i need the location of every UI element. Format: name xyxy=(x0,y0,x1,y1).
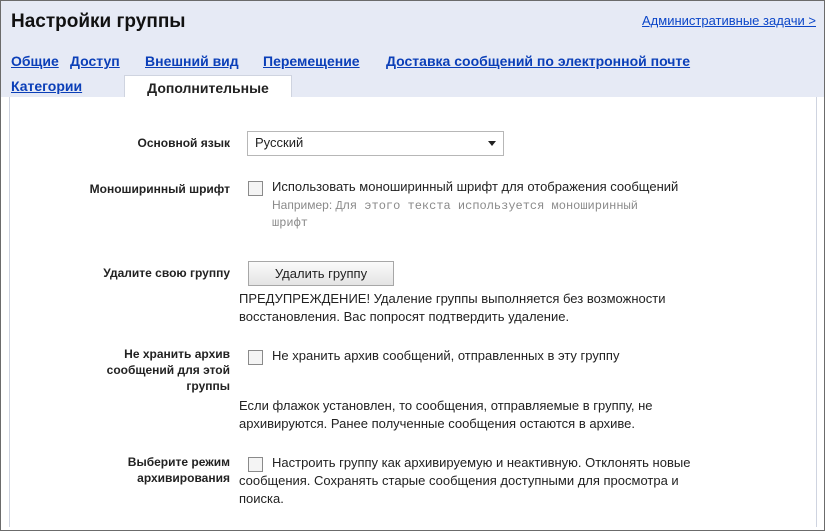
delete-warning-line-2: восстановления. Вас попросят подтвердить… xyxy=(239,309,570,324)
archive-mode-checkbox[interactable] xyxy=(248,457,263,472)
delete-group-button[interactable]: Удалить группу xyxy=(248,261,394,286)
tab-appearance[interactable]: Внешний вид xyxy=(145,53,239,69)
settings-content: Основной язык Русский Моноширинный шрифт… xyxy=(1,97,824,530)
archive-mode-label-line-1: Выберите режим xyxy=(127,455,230,469)
page-title: Настройки группы xyxy=(11,11,186,32)
no-archive-checkbox-label: Не хранить архив сообщений, отправленных… xyxy=(272,348,620,363)
settings-window: Настройки группы Административные задачи… xyxy=(0,0,825,531)
delete-group-label: Удалите свою группу xyxy=(103,266,230,280)
language-select[interactable]: Русский xyxy=(247,131,504,156)
tab-categories[interactable]: Категории xyxy=(11,78,82,94)
language-label: Основной язык xyxy=(137,136,230,150)
language-selected-value: Русский xyxy=(255,135,304,150)
monospace-example: Например: Для этого текста используется … xyxy=(272,197,638,215)
archive-mode-label-line-2: архивирования xyxy=(137,471,230,485)
monospace-label: Моноширинный шрифт xyxy=(89,182,230,196)
header-bar: Настройки группы Административные задачи… xyxy=(1,1,824,98)
monospace-example-text: Для этого текста используется моноширинн… xyxy=(335,199,638,213)
no-archive-label-line-2: сообщений для этой xyxy=(106,363,230,377)
no-archive-label-line-1: Не хранить архив xyxy=(124,347,230,361)
no-archive-note-line-1: Если флажок установлен, то сообщения, от… xyxy=(239,398,653,413)
tab-advanced[interactable]: Дополнительные xyxy=(124,75,292,98)
admin-tasks-link[interactable]: Административные задачи > xyxy=(642,13,816,28)
monospace-example-text-2: шрифт xyxy=(272,216,309,230)
tab-email-delivery[interactable]: Доставка сообщений по электронной почте xyxy=(386,53,690,69)
archive-mode-checkbox-label: Настроить группу как архивируемую и неак… xyxy=(272,455,691,470)
no-archive-checkbox[interactable] xyxy=(248,350,263,365)
monospace-checkbox[interactable] xyxy=(248,181,263,196)
archive-mode-line-2: сообщения. Сохранять старые сообщения до… xyxy=(239,473,679,488)
monospace-example-prefix: Например: xyxy=(272,198,333,212)
tab-moving[interactable]: Перемещение xyxy=(263,53,360,69)
delete-warning-line-1: ПРЕДУПРЕЖДЕНИЕ! Удаление группы выполняе… xyxy=(239,291,666,306)
no-archive-note-line-2: архивируются. Ранее полученные сообщения… xyxy=(239,416,636,431)
no-archive-label-line-3: группы xyxy=(186,379,230,393)
monospace-checkbox-label: Использовать моноширинный шрифт для отоб… xyxy=(272,179,679,194)
tab-access[interactable]: Доступ xyxy=(70,53,120,69)
settings-panel: Основной язык Русский Моноширинный шрифт… xyxy=(9,97,817,527)
tab-general[interactable]: Общие xyxy=(11,53,59,69)
archive-mode-line-3: поиска. xyxy=(239,491,284,506)
chevron-down-icon xyxy=(488,141,496,146)
